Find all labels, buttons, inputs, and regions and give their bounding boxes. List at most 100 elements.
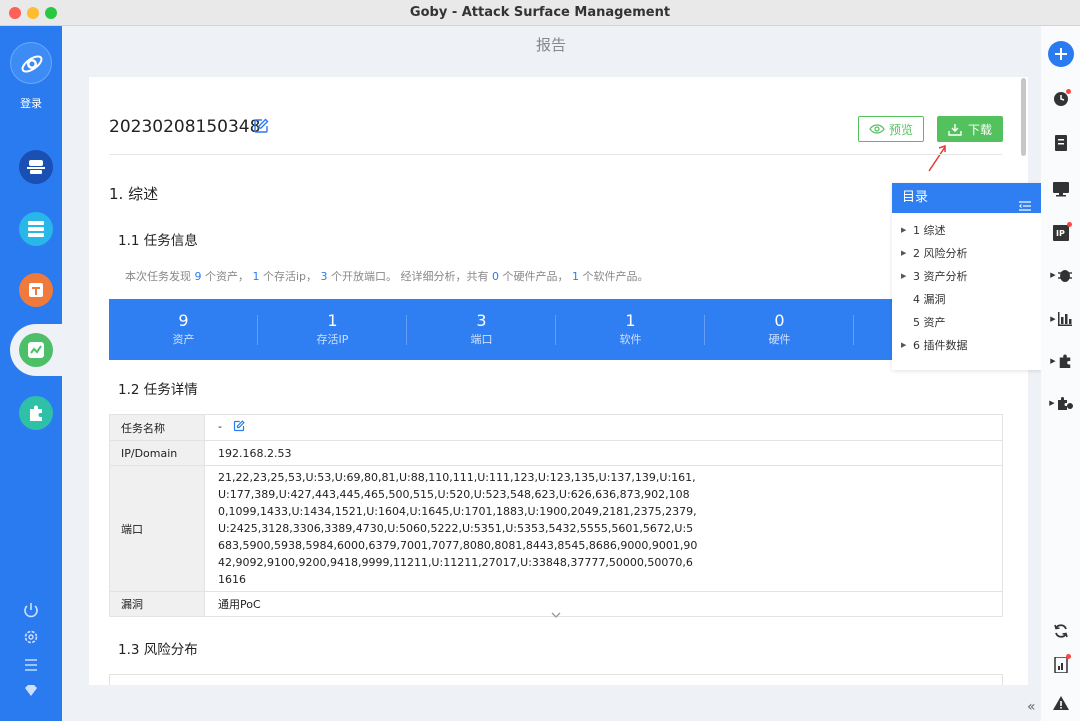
ip-icon[interactable]: IP	[1050, 222, 1072, 244]
edit-icon[interactable]	[253, 118, 269, 138]
summary-text: 个存活ip，	[259, 270, 321, 283]
menu-icon[interactable]	[22, 656, 40, 674]
puzzle-icon	[30, 405, 42, 421]
toc-item-vulnerabilities[interactable]: 4 漏洞	[892, 288, 1041, 311]
toc-item-label: 4 漏洞	[913, 293, 946, 306]
report-name: 20230208150348	[109, 117, 261, 137]
stat-value: 1	[327, 311, 338, 330]
caret-right-icon: ▶	[901, 249, 907, 257]
toc-list: ▶ 1 综述 ▶ 2 风险分析 ▶ 3 资产分析 4 漏洞 5 资产 ▶ 6 插件数据	[892, 213, 1041, 357]
stat-assets: 9 资产	[109, 299, 258, 360]
download-button[interactable]: 下载	[937, 116, 1003, 142]
collapse-icon[interactable]: «	[1027, 699, 1036, 715]
summary-text: 个开放端口。 经详细分析，共有	[327, 270, 493, 283]
report-box-icon	[29, 283, 43, 297]
summary-text: 本次任务发现	[125, 270, 195, 283]
document-icon[interactable]	[1050, 132, 1072, 154]
vuln-value: 通用PoC	[204, 591, 1003, 617]
table-row: IP/Domain 192.168.2.53	[109, 440, 1003, 466]
caret-right-icon: ▶	[901, 226, 907, 234]
preview-button[interactable]: 预览	[858, 116, 924, 142]
page-title: 报告	[535, 36, 566, 54]
plugin-icon[interactable]: ▶	[1046, 350, 1076, 372]
stat-ports: 3 端口	[407, 299, 556, 360]
stat-label: 存活IP	[316, 333, 349, 346]
caret-right-icon: ▶	[901, 341, 907, 349]
report-card: 20230208150348 预览 下载 1. 综述 1.1 任务信息 本次任务…	[89, 77, 1028, 685]
toc-item-plugin-data[interactable]: ▶ 6 插件数据	[892, 334, 1041, 357]
diamond-icon[interactable]	[22, 682, 40, 700]
nav-scan-button[interactable]	[19, 150, 53, 184]
nav-vulns-button[interactable]	[19, 273, 53, 307]
monitor-icon[interactable]	[1050, 178, 1072, 200]
toc-item-risk-analysis[interactable]: ▶ 2 风险分析	[892, 242, 1041, 265]
toc-item-label: 2 风险分析	[913, 247, 968, 260]
summary-text: 个资产，	[201, 270, 253, 283]
svg-text:IP: IP	[1056, 229, 1065, 238]
chart-line-icon	[28, 342, 44, 358]
port-cell: 21,22,23,25,53,U:53,U:69,80,81,U:88,110,…	[204, 465, 1003, 592]
edit-icon[interactable]	[233, 420, 246, 435]
task-details-table: 任务名称 - IP/Domain 192.168.2.53 端口 21,22,2…	[109, 414, 1003, 617]
window-titlebar: Goby - Attack Surface Management	[0, 0, 1080, 26]
task-name-cell: -	[204, 414, 1003, 441]
toc-item-label: 6 插件数据	[913, 339, 968, 352]
window-title: Goby - Attack Surface Management	[409, 5, 671, 20]
toc-item-assets[interactable]: 5 资产	[892, 311, 1041, 334]
stat-value: 3	[476, 311, 487, 330]
left-sidebar: 登录	[0, 26, 70, 721]
stat-label: 硬件	[768, 333, 791, 346]
nav-assets-button[interactable]	[19, 212, 53, 246]
summary-text: 个软件产品。	[579, 270, 649, 283]
plugin-bug-icon[interactable]: ▶	[1046, 392, 1076, 414]
nav-report-button[interactable]	[19, 333, 53, 367]
caret-right-icon: ▶	[901, 272, 907, 280]
section-title-overview: 1. 综述	[109, 185, 159, 203]
warning-icon[interactable]	[1050, 692, 1072, 714]
eye-icon	[869, 124, 885, 134]
annotation-arrow	[928, 144, 946, 172]
ip-key: IP/Domain	[109, 440, 205, 466]
stat-label: 资产	[172, 333, 195, 346]
toc-list-icon[interactable]	[1019, 193, 1031, 223]
stat-label: 软件	[619, 333, 642, 346]
stat-value: 9	[178, 311, 189, 330]
scan-icon	[27, 160, 45, 174]
logo-icon[interactable]	[10, 42, 52, 84]
bug-icon[interactable]: ▶	[1046, 264, 1076, 286]
table-row: 任务名称 -	[109, 414, 1003, 441]
summary-port-count: 3	[320, 270, 328, 283]
toc-item-asset-analysis[interactable]: ▶ 3 资产分析	[892, 265, 1041, 288]
plus-icon[interactable]	[1048, 41, 1074, 67]
toc-item-label: 5 资产	[913, 316, 946, 329]
vuln-key: 漏洞	[109, 591, 205, 617]
stat-value: 0	[774, 311, 785, 330]
toc-item-label: 1 综述	[913, 224, 946, 237]
clock-icon[interactable]	[1050, 88, 1072, 110]
server-icon	[28, 221, 44, 237]
port-key: 端口	[109, 465, 205, 592]
download-label: 下载	[967, 122, 992, 137]
table-row: 端口 21,22,23,25,53,U:53,U:69,80,81,U:88,1…	[109, 465, 1003, 592]
bar-chart-icon[interactable]: ▶	[1046, 308, 1076, 330]
section-title-task-details: 1.2 任务详情	[118, 382, 198, 398]
login-link[interactable]: 登录	[0, 95, 62, 111]
summary-ip-count: 1	[252, 270, 260, 283]
port-value: 21,22,23,25,53,U:53,U:69,80,81,U:88,110,…	[218, 471, 698, 586]
report-file-icon[interactable]	[1050, 654, 1072, 676]
header-divider	[109, 154, 1002, 155]
toc-panel: 目录 ▶ 1 综述 ▶ 2 风险分析 ▶ 3 资产分析 4 漏洞 5 资产 ▶ 6 插件…	[892, 183, 1041, 370]
power-icon[interactable]	[22, 601, 40, 619]
scrollbar-thumb[interactable]	[1021, 78, 1026, 156]
stat-hardware: 0 硬件	[705, 299, 854, 360]
refresh-icon[interactable]	[1050, 620, 1072, 642]
gear-icon[interactable]	[22, 628, 40, 646]
section-title-task-info: 1.1 任务信息	[118, 233, 198, 249]
task-summary: 本次任务发现 9 个资产， 1 个存活ip， 3 个开放端口。 经详细分析，共有…	[125, 268, 649, 284]
right-toolbar: IP ▶ ▶ ▶ ▶	[1041, 26, 1080, 721]
task-name-value: -	[218, 420, 222, 433]
task-name-key: 任务名称	[109, 414, 205, 441]
nav-plugins-button[interactable]	[19, 396, 53, 430]
chevron-down-icon[interactable]	[550, 604, 562, 623]
download-icon	[948, 123, 962, 136]
